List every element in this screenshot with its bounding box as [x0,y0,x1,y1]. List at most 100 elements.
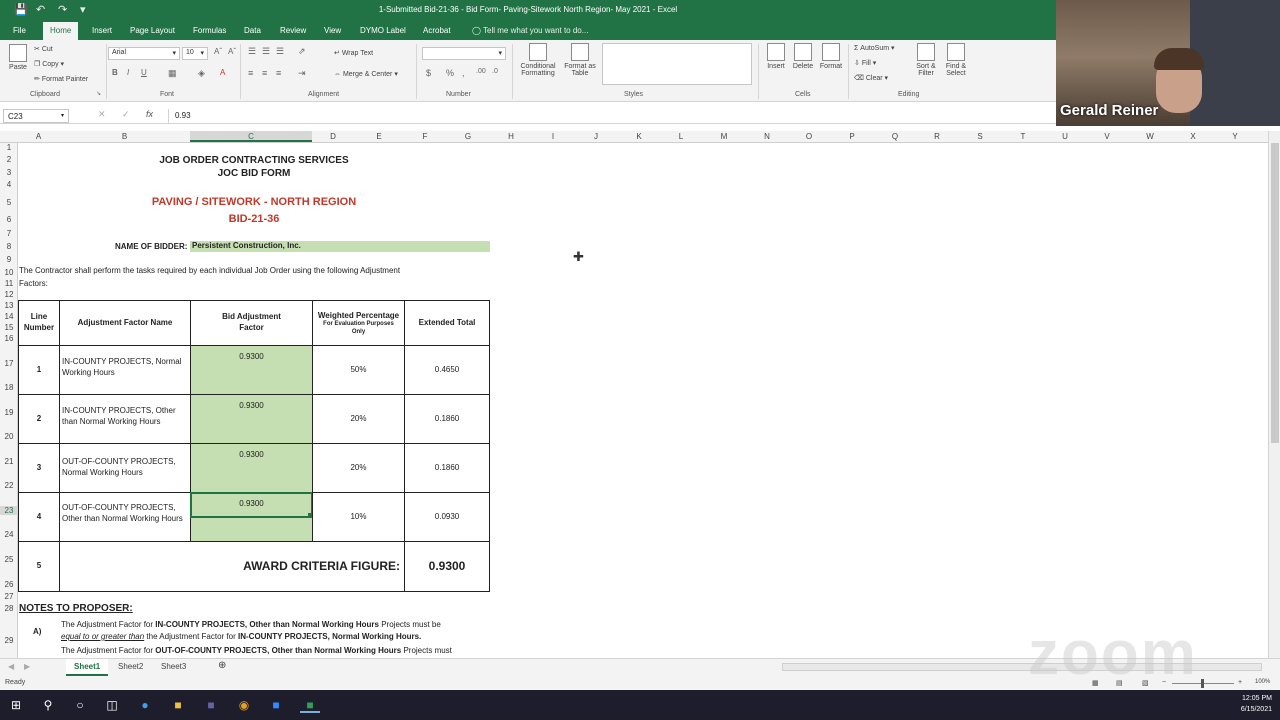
factor-name-cell[interactable]: OUT-OF-COUNTY PROJECTS, Normal Working H… [59,443,191,493]
format-painter-button[interactable]: ✏ Format Painter [34,75,88,83]
confirm-entry-icon[interactable]: ✓ [122,109,130,120]
align-middle-icon[interactable]: ☰ [262,46,270,57]
column-header[interactable]: X [1172,132,1214,141]
percent-icon[interactable]: % [446,68,454,78]
search-icon[interactable]: ⚲ [40,697,56,713]
tab-view[interactable]: View [324,26,341,35]
tab-file[interactable]: File [13,26,26,35]
column-header[interactable]: A [18,132,59,141]
excel-app-icon[interactable]: ■ [300,697,320,713]
award-value-cell[interactable]: 0.9300 [404,541,490,592]
align-top-icon[interactable]: ☰ [248,46,256,57]
row-header[interactable]: 27 [0,592,18,601]
factor-name-cell[interactable]: OUT-OF-COUNTY PROJECTS, Other than Norma… [59,492,191,542]
row-header[interactable]: 15 [0,323,18,332]
font-color-icon[interactable]: A [220,68,225,77]
weight-cell[interactable]: 50% [312,345,405,395]
bidder-name-cell[interactable]: Persistent Construction, Inc. [190,241,490,252]
row-header[interactable]: 2 [0,155,18,164]
row-header[interactable]: 14 [0,312,18,321]
insert-function-icon[interactable]: fx [146,109,153,119]
tab-dymo-label[interactable]: DYMO Label [360,26,406,35]
sheet-tab-sheet3[interactable]: Sheet3 [161,662,186,671]
tab-formulas[interactable]: Formulas [193,26,226,35]
teams-icon[interactable]: ■ [203,697,219,713]
conditional-formatting-button[interactable]: Conditional Formatting [516,43,560,77]
bid-factor-cell[interactable]: 0.9300 [190,345,313,395]
delete-cells-button[interactable]: Delete [790,43,816,70]
grow-font-icon[interactable]: Aˆ [214,47,222,56]
worksheet-grid[interactable]: JOB ORDER CONTRACTING SERVICES JOC BID F… [18,143,1268,658]
column-header[interactable]: V [1086,132,1128,141]
row-header[interactable]: 24 [0,530,18,539]
weight-cell[interactable]: 10% [312,492,405,542]
zoom-slider-thumb[interactable] [1201,679,1204,688]
column-header[interactable]: C [190,131,312,142]
font-size-select[interactable]: 10 ▾ [182,47,208,60]
zoom-level[interactable]: 100% [1255,679,1270,685]
align-right-icon[interactable]: ≡ [276,68,281,78]
align-center-icon[interactable]: ≡ [262,68,267,78]
column-header[interactable]: O [788,132,830,141]
column-header[interactable]: B [59,132,190,141]
extended-total-cell[interactable]: 0.0930 [404,492,490,542]
row-header[interactable]: 20 [0,432,18,441]
tab-insert[interactable]: Insert [92,26,112,35]
column-header[interactable]: G [446,132,490,141]
next-sheet-icon[interactable]: ▶ [24,662,30,671]
merge-center-button[interactable]: ⇔ Merge & Center ▾ [334,70,398,78]
column-header[interactable]: N [746,132,788,141]
column-header[interactable]: E [354,132,404,141]
column-header[interactable]: R [916,132,958,141]
shrink-font-icon[interactable]: Aˇ [228,47,236,56]
fill-color-icon[interactable]: ◈ [198,68,205,79]
add-sheet-icon[interactable]: ⊕ [218,660,226,671]
column-header[interactable]: D [312,132,354,141]
paste-button[interactable]: Paste [6,44,30,71]
underline-icon[interactable]: U [141,68,147,77]
tell-me-search[interactable]: ◯ Tell me what you want to do... [472,26,588,35]
decrease-decimal-icon[interactable]: .0 [492,68,498,75]
edge-browser-icon[interactable]: ● [137,697,153,713]
column-header[interactable]: S [958,132,1002,141]
chrome-icon[interactable]: ◉ [236,697,252,713]
tab-review[interactable]: Review [280,26,306,35]
system-clock[interactable]: 12:05 PM 6/15/2021 [1241,693,1272,715]
row-header[interactable]: 3 [0,168,18,177]
row-header[interactable]: 6 [0,215,18,224]
row-header[interactable]: 28 [0,604,18,613]
dialog-launcher-icon[interactable]: ↘ [96,90,101,97]
row-header[interactable]: 1 [0,143,18,152]
vertical-scrollbar[interactable] [1268,131,1280,658]
zoom-in-icon[interactable]: + [1238,679,1242,686]
column-header[interactable]: Q [874,132,916,141]
increase-decimal-icon[interactable]: .00 [476,68,486,75]
factor-name-cell[interactable]: IN-COUNTY PROJECTS, Other than Normal Wo… [59,394,191,444]
bid-factor-cell-selected[interactable]: 0.9300 [190,492,313,542]
format-cells-button[interactable]: Format [818,43,844,70]
row-header[interactable]: 4 [0,180,18,189]
weight-cell[interactable]: 20% [312,443,405,493]
find-select-button[interactable]: Find & Select [942,43,970,77]
sheet-tab-sheet2[interactable]: Sheet2 [118,662,143,671]
sort-filter-button[interactable]: Sort & Filter [912,43,940,77]
tab-acrobat[interactable]: Acrobat [423,26,451,35]
format-as-table-button[interactable]: Format as Table [562,43,598,77]
orientation-icon[interactable]: ⇗ [298,46,306,57]
indent-icon[interactable]: ⇥ [298,68,306,79]
italic-icon[interactable]: I [127,68,129,77]
tab-data[interactable]: Data [244,26,261,35]
weight-cell[interactable]: 20% [312,394,405,444]
sheet-tab-sheet1[interactable]: Sheet1 [66,659,109,676]
font-name-select[interactable]: Arial ▾ [108,47,180,60]
wrap-text-button[interactable]: ↵ Wrap Text [334,49,373,57]
row-header[interactable]: 26 [0,580,18,589]
borders-icon[interactable]: ▦ [168,68,177,79]
row-header[interactable]: 18 [0,383,18,392]
name-box[interactable]: C23 ▾ [3,109,69,123]
row-header[interactable]: 7 [0,229,18,238]
bid-factor-cell[interactable]: 0.9300 [190,443,313,493]
column-header[interactable]: W [1128,132,1172,141]
row-header[interactable]: 17 [0,359,18,368]
column-header[interactable]: J [574,132,618,141]
